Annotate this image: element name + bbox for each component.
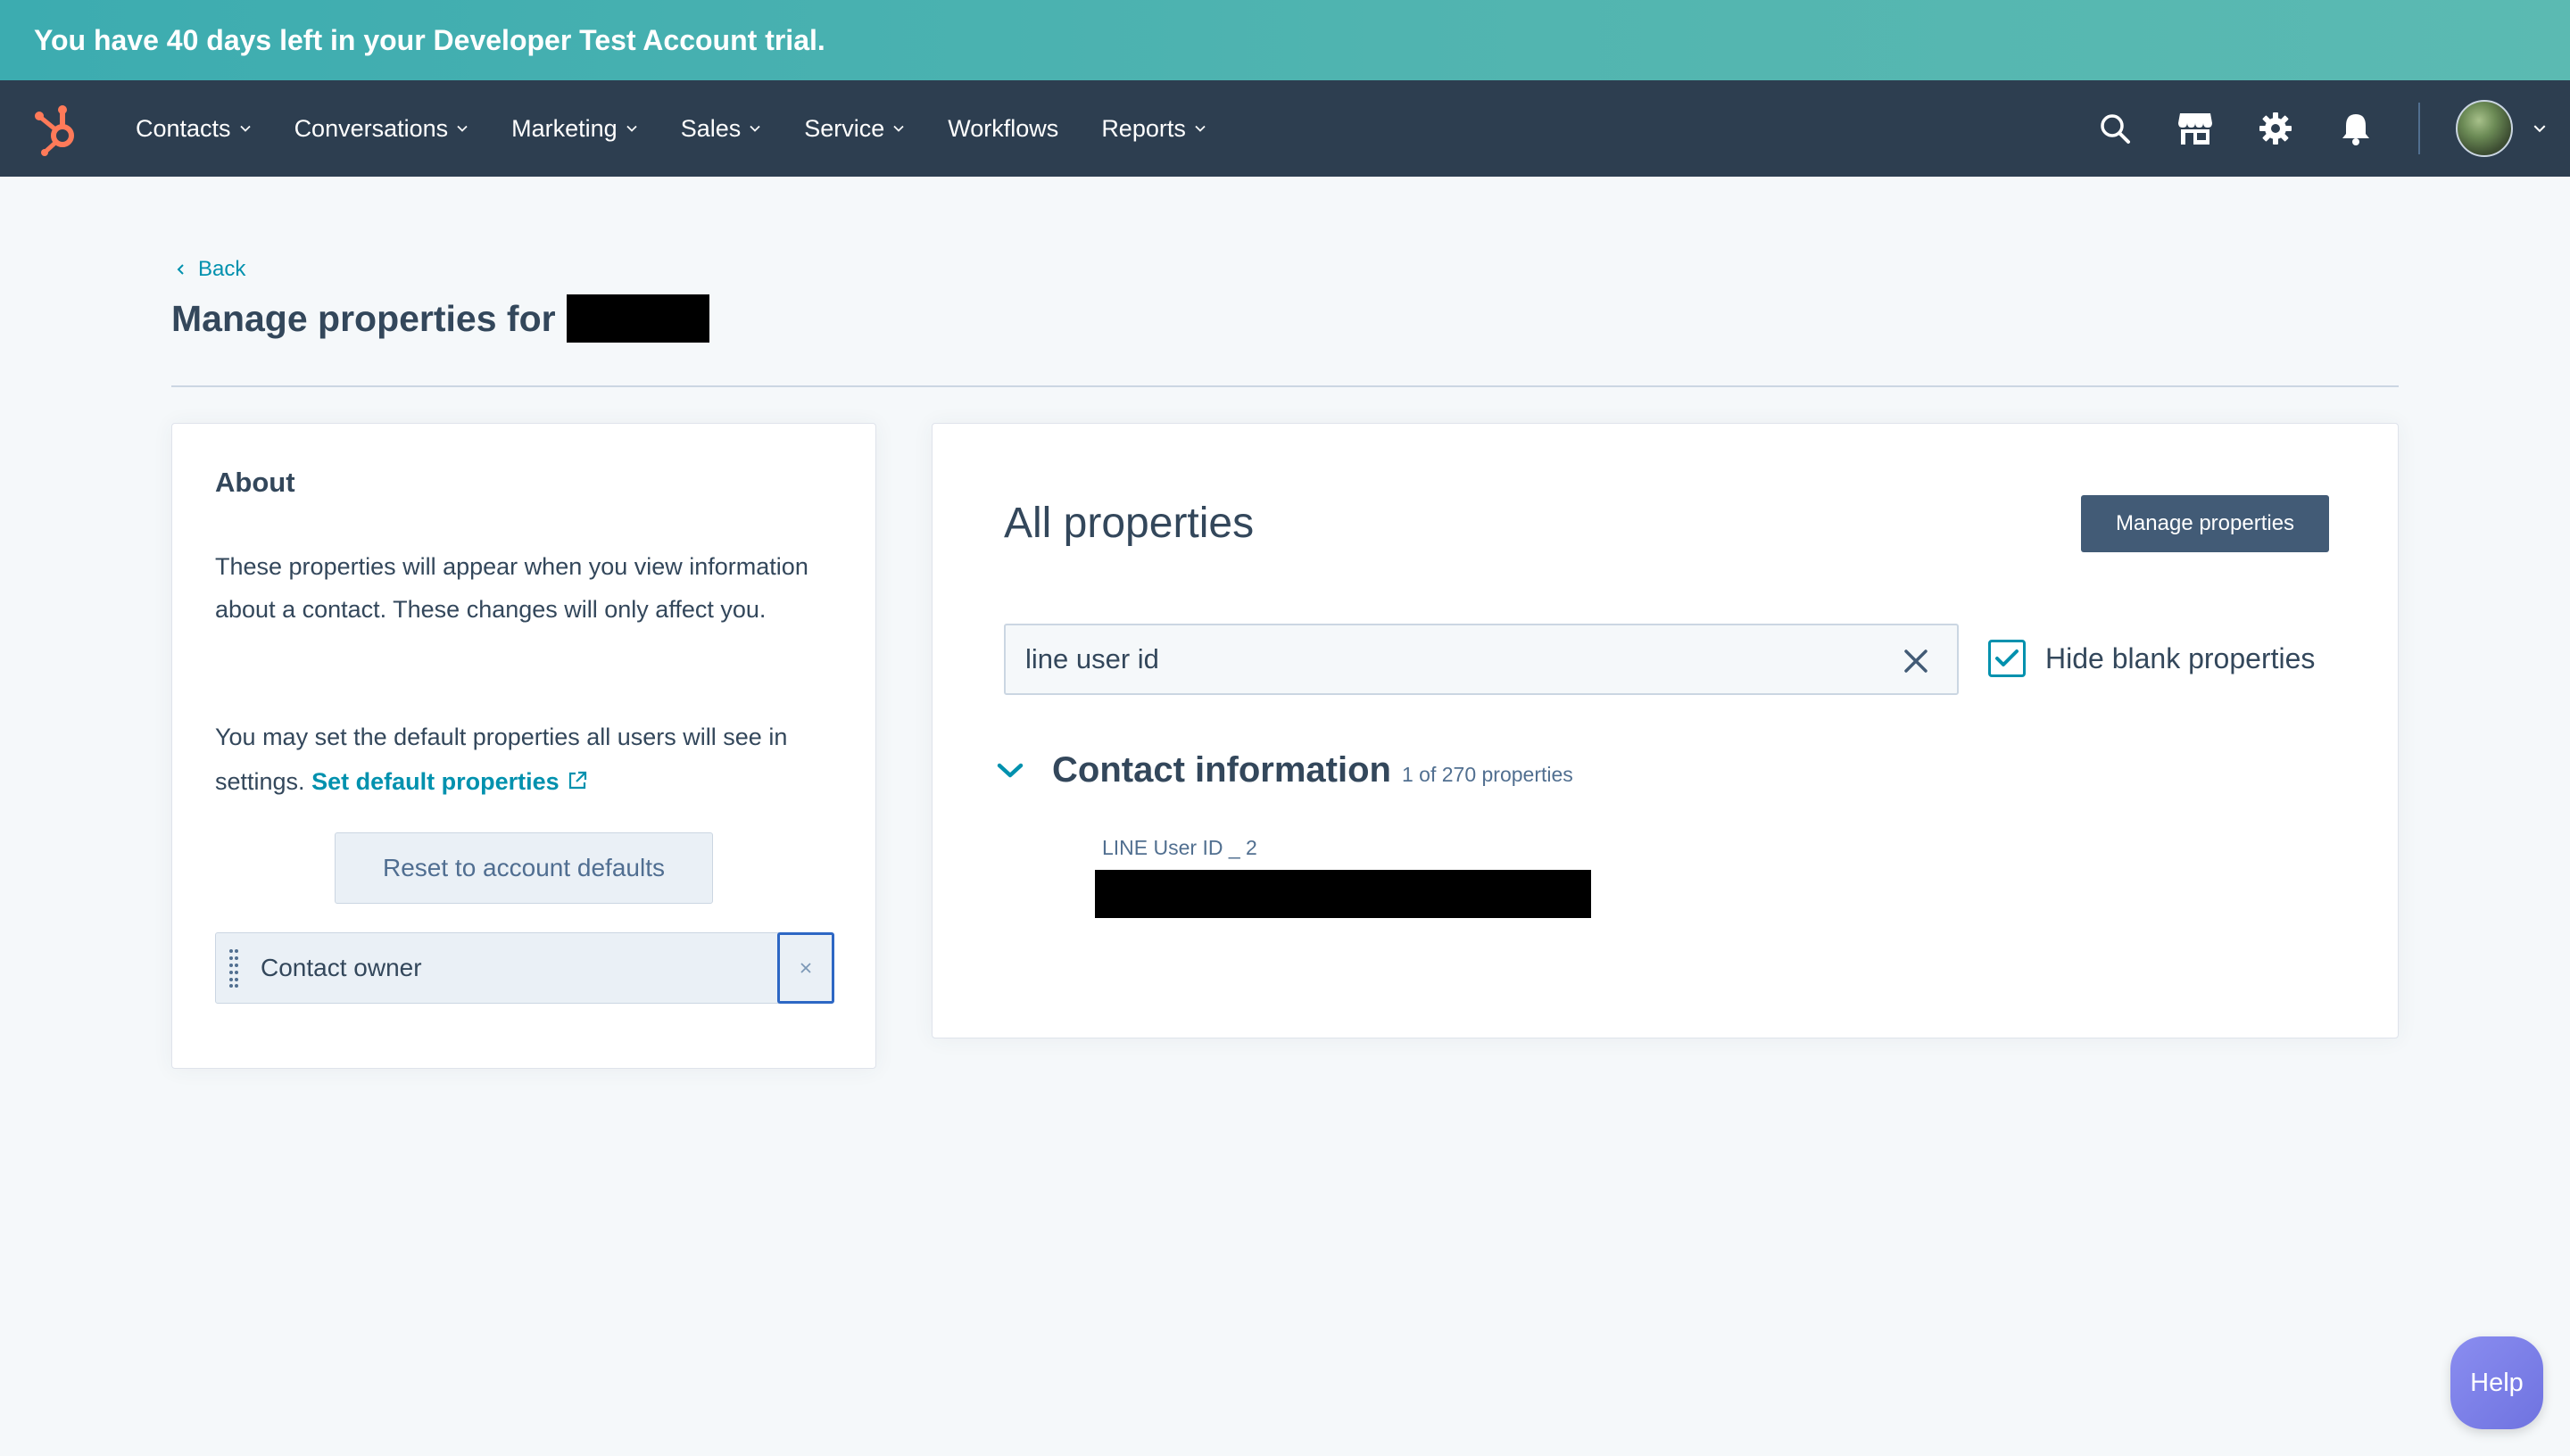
nav-reports[interactable]: Reports [1101,115,1206,143]
hubspot-logo-icon[interactable] [32,100,82,157]
chevron-down-icon[interactable] [2533,121,2547,136]
reset-to-defaults-button[interactable]: Reset to account defaults [335,832,713,904]
nav-marketing[interactable]: Marketing [511,115,638,143]
back-label: Back [198,257,246,281]
main-menu: Contacts Conversations Marketing Sales S… [136,80,1249,177]
external-link-icon [568,771,586,790]
top-navigation: Contacts Conversations Marketing Sales S… [0,80,2570,177]
drag-handle-icon[interactable] [216,933,252,1003]
section-contact-information[interactable]: Contact information 1 of 270 properties [997,750,1573,790]
all-properties-title: All properties [1004,500,1255,547]
set-default-properties-link[interactable]: Set default properties [311,768,588,795]
nav-service[interactable]: Service [804,115,905,143]
selected-property-row: Contact owner [215,932,834,1004]
chevron-down-icon [750,125,760,132]
chevron-down-icon [893,125,904,132]
nav-contacts[interactable]: Contacts [136,115,252,143]
about-card: About These properties will appear when … [171,423,876,1069]
nav-utilities [2095,80,2570,177]
nav-divider [2418,103,2420,154]
clear-search-icon[interactable] [1902,647,1930,675]
chevron-down-icon [626,125,637,132]
chevron-left-icon [177,264,184,275]
about-default-note: You may set the default properties all u… [215,724,788,795]
manage-properties-button[interactable]: Manage properties [2081,495,2329,552]
checkmark-icon [1995,649,2019,666]
nav-sales[interactable]: Sales [681,115,762,143]
search-icon[interactable] [2095,109,2135,148]
marketplace-icon[interactable] [2176,109,2215,148]
page-title: Manage properties for [171,294,709,343]
chevron-down-icon [1195,125,1206,132]
chevron-down-icon [239,125,251,132]
chevron-down-icon[interactable] [997,762,1024,780]
header-divider [171,385,2399,387]
gear-icon[interactable] [2256,109,2295,148]
redacted-property-value [1095,870,1591,918]
trial-banner-text: You have 40 days left in your Developer … [34,23,825,56]
about-title: About [215,467,295,498]
hide-blank-label: Hide blank properties [2045,641,2316,674]
section-count: 1 of 270 properties [1401,763,1573,786]
all-properties-card: All properties Manage properties Hide bl… [932,423,2399,1038]
chevron-down-icon [457,125,468,132]
nav-workflows[interactable]: Workflows [948,115,1058,143]
hide-blank-toggle[interactable]: Hide blank properties [1988,640,2315,677]
section-title: Contact information [1052,750,1391,790]
about-description: These properties will appear when you vi… [215,553,808,623]
help-button[interactable]: Help [2450,1336,2543,1429]
redacted-contact-name [566,294,709,343]
selected-property-label: Contact owner [261,954,422,981]
selected-property[interactable]: Contact owner [215,932,779,1004]
bell-icon[interactable] [2336,109,2375,148]
property-label: LINE User ID _ 2 [1102,836,1257,859]
remove-property-button[interactable] [777,932,834,1004]
nav-conversations[interactable]: Conversations [294,115,469,143]
hide-blank-checkbox[interactable] [1988,640,2026,677]
back-link[interactable]: Back [175,257,245,282]
property-search-input[interactable] [1025,643,1828,675]
close-icon [800,963,811,973]
property-search [1004,624,1959,695]
trial-banner: You have 40 days left in your Developer … [0,0,2570,80]
avatar[interactable] [2456,100,2513,157]
